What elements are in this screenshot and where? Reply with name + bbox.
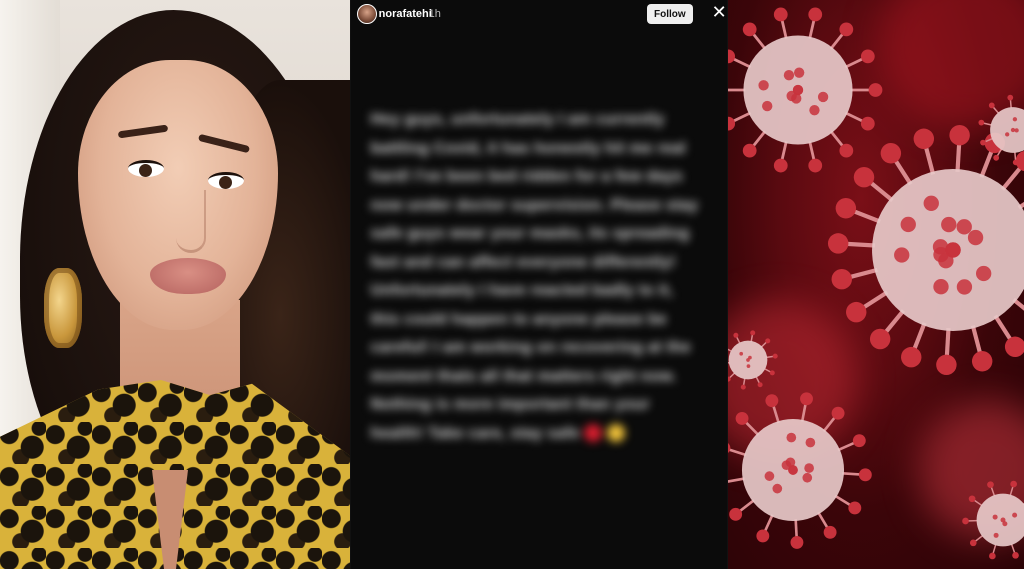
profile-avatar-icon[interactable] — [356, 4, 377, 24]
virus-particles — [728, 7, 1024, 560]
lips — [150, 258, 226, 294]
instagram-story: norafatehi 1h Follow ✕ Hey guys, unfortu… — [349, 0, 729, 569]
nose — [176, 190, 206, 253]
close-icon[interactable]: ✕ — [706, 2, 728, 24]
left-eye — [128, 160, 164, 177]
follow-button[interactable]: Follow — [646, 4, 693, 24]
story-header: norafatehi 1h Follow ✕ — [351, 0, 728, 30]
virus-particle — [962, 480, 1024, 560]
story-username[interactable]: norafatehi — [379, 8, 432, 20]
news-collage: norafatehi 1h Follow ✕ Hey guys, unfortu… — [0, 0, 1024, 569]
gold-earring — [44, 268, 82, 348]
virus-particle — [978, 94, 1024, 166]
virus-particle — [728, 7, 883, 173]
virus-particle — [828, 124, 1024, 376]
smile-emoji-icon — [606, 424, 625, 443]
heart-emoji-icon — [584, 424, 603, 443]
story-message-text: Hey guys, unfortunately I am currently b… — [370, 111, 699, 442]
virus-particle — [728, 392, 873, 549]
coronavirus-illustration — [728, 0, 1024, 569]
story-timestamp: 1h — [428, 8, 441, 20]
right-eye — [208, 172, 244, 189]
virus-particle — [728, 330, 779, 390]
portrait-photo — [0, 0, 350, 569]
story-message-blurred: Hey guys, unfortunately I am currently b… — [371, 106, 701, 448]
